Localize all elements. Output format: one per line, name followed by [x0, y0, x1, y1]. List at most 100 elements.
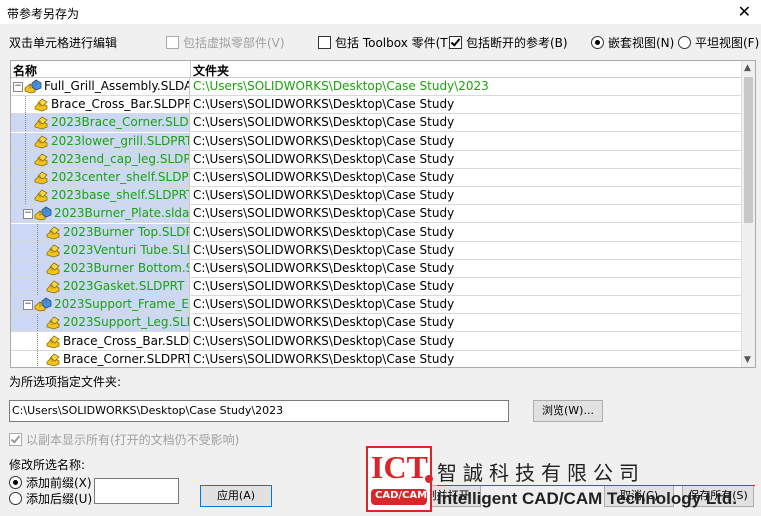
folder-path: C:\Users\SOLIDWORKS\Desktop\Case Study	[193, 333, 455, 348]
folder-cell[interactable]: C:\Users\SOLIDWORKS\Desktop\Case Study	[190, 151, 741, 169]
name-cell[interactable]: − Full_Grill_Assembly.SLDASM	[11, 78, 190, 96]
add-suffix-label: 添加后缀(U)	[26, 492, 93, 506]
file-name: Brace_Cross_Bar.SLDPRT	[63, 333, 190, 348]
apply-button[interactable]: 应用(A)	[200, 485, 272, 507]
folder-path-field[interactable]: C:\Users\SOLIDWORKS\Desktop\Case Study\2…	[9, 400, 509, 422]
column-header-name[interactable]: 名称	[13, 62, 37, 79]
column-divider[interactable]	[190, 61, 191, 77]
table-row[interactable]: 2023lower_grill.SLDPRT C:\Users\SOLIDWORK…	[11, 132, 741, 151]
name-cell[interactable]: Brace_Cross_Bar.SLDPRT	[11, 96, 190, 115]
name-cell[interactable]: − 2023Burner_Plate.sldasm	[11, 205, 190, 224]
table-row[interactable]: Brace_Cross_Bar.SLDPRTC:\Users\SOLIDWORK…	[11, 332, 741, 351]
name-cell[interactable]: Brace_Cross_Bar.SLDPRT	[11, 332, 190, 351]
include-toolbox-checkbox[interactable]: 包括 Toolbox 零件(T)	[318, 34, 452, 51]
table-row[interactable]: 2023Burner Bottom.SLD C:\Users\SOLIDWORKS…	[11, 259, 741, 278]
name-cell[interactable]: 2023Burner Bottom.SLD	[11, 259, 190, 278]
folder-cell[interactable]: C:\Users\SOLIDWORKS\Desktop\Case Study	[190, 224, 741, 242]
name-cell[interactable]: 2023Support_Leg.SLDPR	[11, 314, 190, 333]
name-cell[interactable]: 2023Brace_Corner.SLDPRT	[11, 114, 190, 133]
nested-view-radio[interactable]: 嵌套视图(N)	[591, 34, 674, 51]
table-row[interactable]: 2023base_shelf.SLDPRT C:\Users\SOLIDWORKS…	[11, 187, 741, 206]
tree-line	[25, 114, 26, 132]
name-cell[interactable]: 2023Gasket.SLDPRT	[11, 278, 190, 297]
include-virtual-checkbox[interactable]: 包括虚拟零部件(V)	[166, 34, 285, 51]
name-cell[interactable]: − 2023Support_Frame_End.	[11, 296, 190, 315]
name-affix-input[interactable]	[94, 478, 179, 504]
table-row[interactable]: − 2023Burner_Plate.sldasmC:\Users\SOLIDWO…	[11, 205, 741, 224]
table-row[interactable]: 2023center_shelf.SLDPRT C:\Users\SOLIDWOR…	[11, 168, 741, 187]
add-prefix-radio[interactable]: 添加前缀(X)	[9, 474, 92, 491]
file-name: 2023base_shelf.SLDPRT	[51, 188, 190, 203]
file-name: 2023lower_grill.SLDPRT	[51, 133, 190, 148]
table-row[interactable]: 2023Gasket.SLDPRT C:\Users\SOLIDWORKS\Des…	[11, 278, 741, 297]
tree-line	[25, 96, 26, 114]
radio-icon	[591, 36, 604, 49]
tree-line	[25, 168, 26, 186]
vertical-scrollbar[interactable]: ▲ ▼	[741, 61, 755, 367]
folder-cell[interactable]: C:\Users\SOLIDWORKS\Desktop\Case Study	[190, 351, 741, 367]
tree-line	[37, 314, 38, 332]
name-cell[interactable]: 2023center_shelf.SLDPRT	[11, 168, 190, 187]
tree-line	[37, 278, 38, 296]
scroll-up-icon[interactable]: ▲	[744, 63, 751, 73]
tree-line	[25, 150, 26, 168]
name-cell[interactable]: 2023base_shelf.SLDPRT	[11, 187, 190, 206]
browse-button[interactable]: 浏览(W)...	[533, 400, 603, 422]
add-prefix-label: 添加前缀(X)	[26, 476, 92, 490]
table-row[interactable]: 2023Brace_Corner.SLDPRT C:\Users\SOLIDWOR…	[11, 114, 741, 133]
folder-cell[interactable]: C:\Users\SOLIDWORKS\Desktop\Case Study	[190, 96, 741, 115]
table-row[interactable]: Brace_Corner.SLDPRT C:\Users\SOLIDWORKS\D…	[11, 350, 741, 367]
folder-cell[interactable]: C:\Users\SOLIDWORKS\Desktop\Case Study	[190, 133, 741, 151]
close-icon[interactable]: ✕	[738, 2, 751, 21]
show-all-label: 以副本显示所有(打开的文档仍不受影响)	[26, 433, 240, 447]
folder-cell[interactable]: C:\Users\SOLIDWORKS\Desktop\Case Study	[190, 296, 741, 315]
collapse-icon[interactable]: −	[13, 82, 23, 92]
name-cell[interactable]: Brace_Corner.SLDPRT	[11, 350, 190, 367]
scroll-down-icon[interactable]: ▼	[744, 355, 751, 365]
name-cell[interactable]: 2023lower_grill.SLDPRT	[11, 132, 190, 151]
tree-line	[37, 332, 38, 350]
grid-header: 名称 文件夹	[11, 61, 741, 78]
table-row[interactable]: Brace_Cross_Bar.SLDPRTC:\Users\SOLIDWORK…	[11, 96, 741, 115]
assembly-icon	[24, 79, 42, 94]
folder-path: C:\Users\SOLIDWORKS\Desktop\Case Study	[193, 151, 455, 166]
table-row[interactable]: − Full_Grill_Assembly.SLDASM C:\Users\SOLI…	[11, 78, 741, 96]
file-name: Brace_Corner.SLDPRT	[63, 351, 190, 366]
file-name: Brace_Cross_Bar.SLDPRT	[51, 97, 190, 112]
table-row[interactable]: − 2023Support_Frame_End. C:\Users\SOLIDWOR…	[11, 296, 741, 315]
folder-cell[interactable]: C:\Users\SOLIDWORKS\Desktop\Case Study	[190, 333, 741, 351]
title-bar: 带参考另存为 ✕	[0, 0, 761, 24]
table-row[interactable]: 2023Venturi Tube.SLDPR C:\Users\SOLIDWORK…	[11, 241, 741, 260]
folder-cell[interactable]: C:\Users\SOLIDWORKS\Desktop\Case Study	[190, 278, 741, 297]
file-name: 2023Burner Bottom.SLD	[63, 260, 189, 275]
folder-cell[interactable]: C:\Users\SOLIDWORKS\Desktop\Case Study\2…	[190, 78, 741, 96]
folder-cell[interactable]: C:\Users\SOLIDWORKS\Desktop\Case Study	[190, 242, 741, 260]
table-row[interactable]: 2023end_cap_leg.SLDPRT C:\Users\SOLIDWORK…	[11, 150, 741, 169]
scrollbar-thumb[interactable]	[744, 77, 753, 223]
name-cell[interactable]: 2023end_cap_leg.SLDPRT	[11, 150, 190, 169]
include-virtual-label: 包括虚拟零部件(V)	[183, 36, 285, 50]
table-row[interactable]: 2023Support_Leg.SLDPR C:\Users\SOLIDWORKS…	[11, 314, 741, 333]
show-all-checkbox[interactable]: 以副本显示所有(打开的文档仍不受影响)	[9, 431, 239, 448]
folder-path: C:\Users\SOLIDWORKS\Desktop\Case Study	[193, 224, 455, 239]
add-suffix-radio[interactable]: 添加后缀(U)	[9, 490, 92, 507]
collapse-icon[interactable]: −	[23, 209, 33, 220]
folder-path: C:\Users\SOLIDWORKS\Desktop\Case Study	[193, 133, 455, 148]
part-icon	[33, 188, 49, 203]
folder-cell[interactable]: C:\Users\SOLIDWORKS\Desktop\Case Study	[190, 169, 741, 187]
folder-cell[interactable]: C:\Users\SOLIDWORKS\Desktop\Case Study	[190, 260, 741, 278]
include-broken-checkbox[interactable]: 包括断开的参考(B)	[449, 34, 568, 51]
folder-path: C:\Users\SOLIDWORKS\Desktop\Case Study	[193, 351, 455, 366]
tree-line	[37, 259, 38, 277]
column-header-folder[interactable]: 文件夹	[193, 62, 229, 79]
reference-grid[interactable]: 名称 文件夹 − Full_Grill_Assembly.SLDASM C:\Use…	[10, 60, 756, 368]
collapse-icon[interactable]: −	[23, 300, 33, 311]
flat-view-radio[interactable]: 平坦视图(F)	[678, 34, 759, 51]
table-row[interactable]: 2023Burner Top.SLDPRT C:\Users\SOLIDWORKS…	[11, 223, 741, 242]
folder-cell[interactable]: C:\Users\SOLIDWORKS\Desktop\Case Study	[190, 205, 741, 224]
folder-cell[interactable]: C:\Users\SOLIDWORKS\Desktop\Case Study	[190, 314, 741, 333]
folder-cell[interactable]: C:\Users\SOLIDWORKS\Desktop\Case Study	[190, 187, 741, 206]
folder-cell[interactable]: C:\Users\SOLIDWORKS\Desktop\Case Study	[190, 114, 741, 133]
name-cell[interactable]: 2023Venturi Tube.SLDPR	[11, 241, 190, 260]
name-cell[interactable]: 2023Burner Top.SLDPRT	[11, 223, 190, 242]
